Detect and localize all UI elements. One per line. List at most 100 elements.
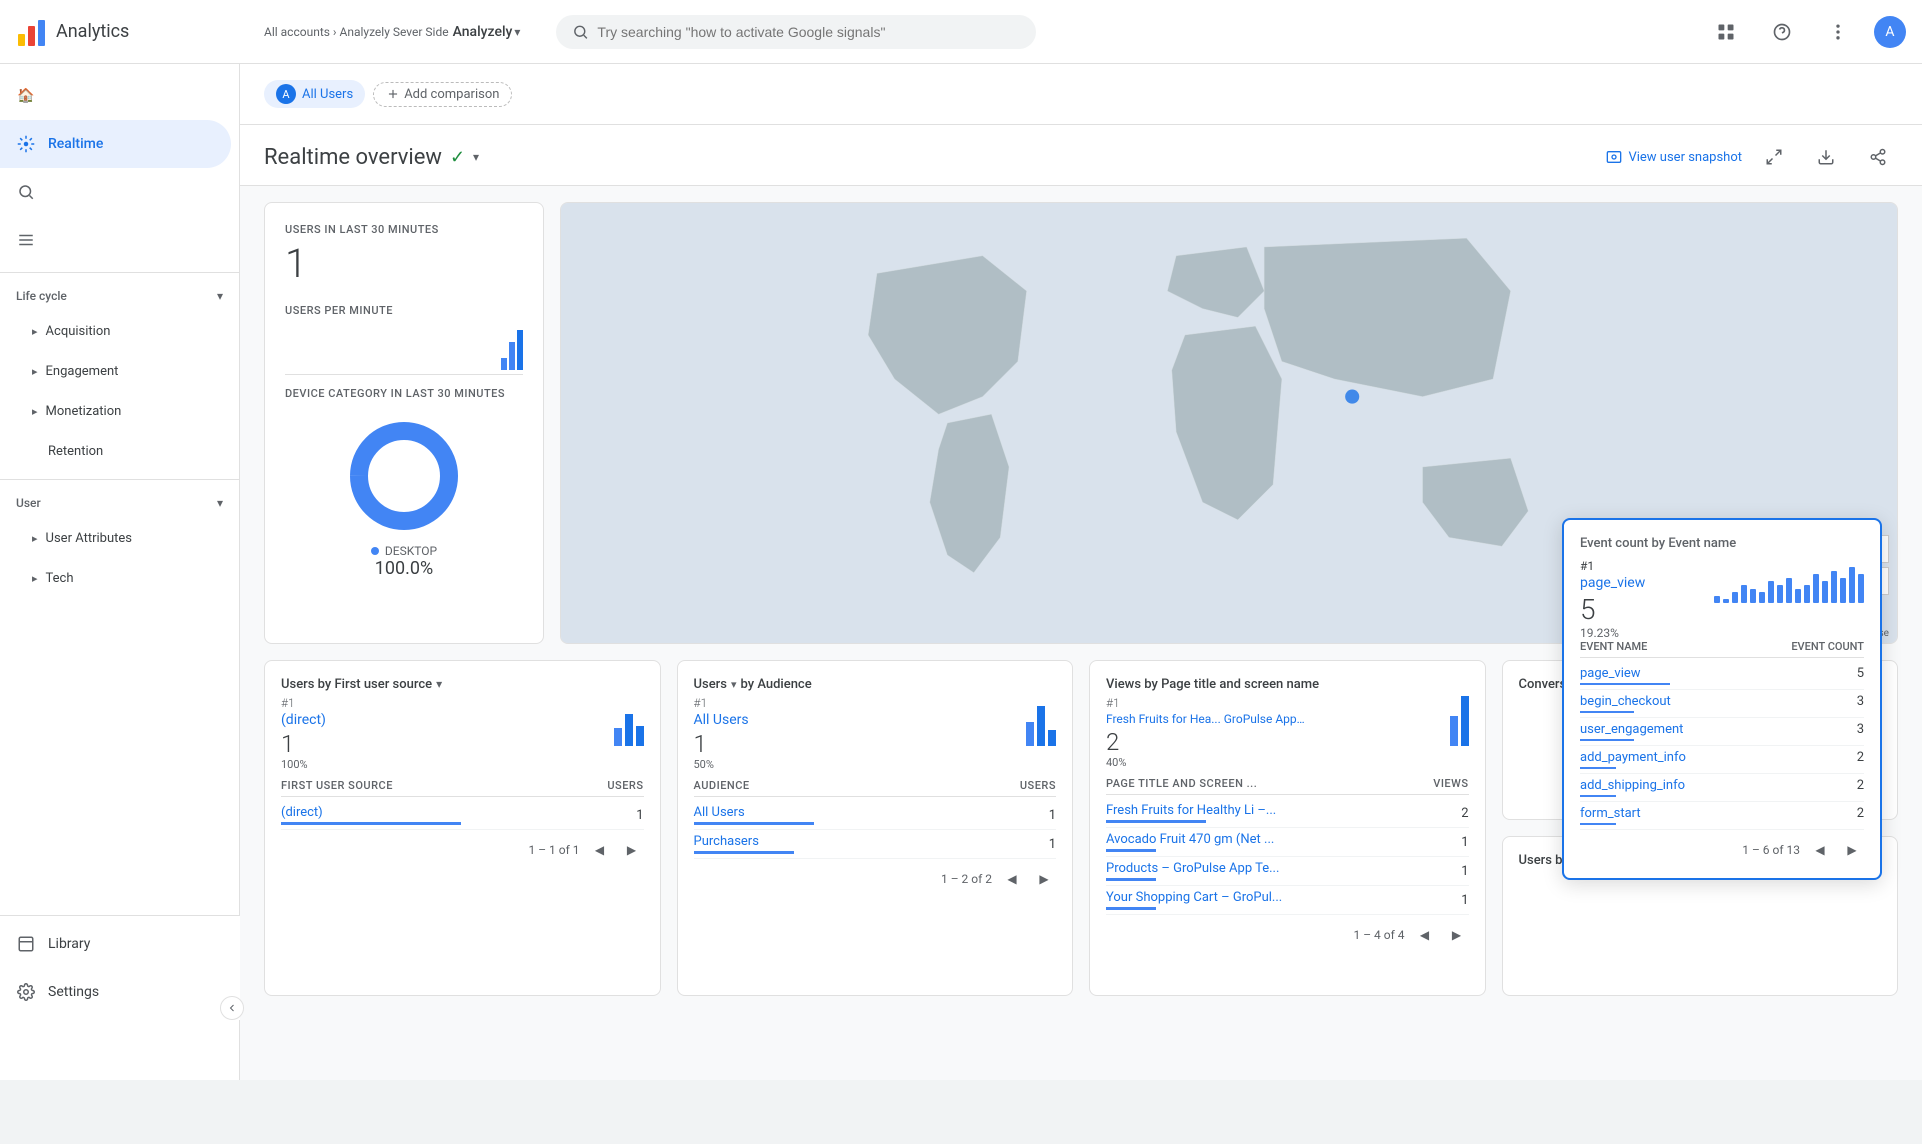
event-mini-bar bbox=[1759, 592, 1765, 603]
views-row2-name[interactable]: Avocado Fruit 470 gm (Net ... bbox=[1106, 832, 1274, 847]
event-row-name[interactable]: form_start bbox=[1580, 806, 1641, 821]
event-mini-bar bbox=[1858, 574, 1864, 603]
sidebar-item-settings[interactable]: Settings bbox=[0, 968, 232, 1016]
search-nav-icon bbox=[16, 182, 36, 202]
event-popup-top-count: 5 bbox=[1580, 593, 1645, 626]
event-rows-container: page_view 5 begin_checkout 3 user_engage… bbox=[1580, 662, 1864, 830]
grid-icon-button[interactable] bbox=[1706, 12, 1746, 52]
sidebar-item-monetization[interactable]: ▸ Monetization bbox=[0, 391, 239, 431]
sidebar-item-advertising[interactable] bbox=[0, 216, 231, 264]
engagement-chevron-icon: ▸ bbox=[32, 365, 38, 378]
source-next-button[interactable]: ▶ bbox=[620, 838, 644, 862]
avatar[interactable]: A bbox=[1874, 16, 1906, 48]
sidebar-section-lifecycle[interactable]: Life cycle ▾ bbox=[0, 281, 239, 311]
views-by-page-title: Views by Page title and screen name bbox=[1106, 677, 1469, 692]
audience-top-left: #1 All Users 1 50% bbox=[694, 696, 749, 771]
sidebar-item-acquisition[interactable]: ▸ Acquisition bbox=[0, 311, 239, 351]
audience-prev-button[interactable]: ◀ bbox=[1000, 867, 1024, 891]
table-row: Avocado Fruit 470 gm (Net ... 1 bbox=[1106, 828, 1469, 857]
sidebar-section-user[interactable]: User ▾ bbox=[0, 488, 239, 518]
sidebar-item-engagement[interactable]: ▸ Engagement bbox=[0, 351, 239, 391]
views-prev-button[interactable]: ◀ bbox=[1413, 923, 1437, 947]
views-row4-value: 1 bbox=[1461, 893, 1468, 908]
view-user-snapshot-button[interactable]: View user snapshot bbox=[1606, 149, 1742, 165]
sidebar-item-realtime[interactable]: Realtime bbox=[0, 120, 231, 168]
donut-svg bbox=[344, 416, 464, 536]
lifecycle-label: Life cycle bbox=[16, 289, 67, 303]
sidebar-item-home[interactable]: 🏠 bbox=[0, 72, 231, 120]
share-icon bbox=[1869, 148, 1887, 166]
search-icon bbox=[572, 23, 589, 41]
views-row1-bar bbox=[1106, 820, 1206, 823]
users-per-minute-label: USERS PER MINUTE bbox=[285, 304, 523, 317]
device-donut-chart: DESKTOP 100.0% bbox=[285, 400, 523, 595]
source-row-name[interactable]: (direct) bbox=[281, 805, 461, 820]
share-button[interactable] bbox=[1858, 137, 1898, 177]
add-comparison-button[interactable]: Add comparison bbox=[373, 82, 512, 107]
views-row1-name[interactable]: Fresh Fruits for Healthy Li –... bbox=[1106, 803, 1276, 818]
event-row-name-area: page_view bbox=[1580, 666, 1670, 685]
snapshot-icon bbox=[1606, 149, 1622, 165]
event-popup-title: Event count by Event name bbox=[1580, 536, 1864, 551]
all-users-pill[interactable]: A All Users bbox=[264, 80, 365, 108]
plus-icon bbox=[386, 87, 400, 101]
views-row4-name[interactable]: Your Shopping Cart – GroPul... bbox=[1106, 890, 1282, 905]
expand-button[interactable] bbox=[1754, 137, 1794, 177]
settings-label: Settings bbox=[48, 984, 99, 1000]
realtime-icon bbox=[16, 134, 36, 154]
event-row-name[interactable]: begin_checkout bbox=[1580, 694, 1671, 709]
views-row4-area: Your Shopping Cart – GroPul... bbox=[1106, 890, 1282, 910]
help-icon-button[interactable] bbox=[1762, 12, 1802, 52]
source-prev-button[interactable]: ◀ bbox=[588, 838, 612, 862]
audience-row1-name[interactable]: All Users bbox=[694, 805, 814, 820]
retention-label: Retention bbox=[48, 444, 103, 459]
library-icon bbox=[16, 934, 36, 954]
sidebar-divider-2 bbox=[0, 479, 239, 480]
search-input[interactable] bbox=[597, 24, 1020, 40]
audience-dropdown-icon[interactable]: ▾ bbox=[731, 678, 737, 691]
table-row: form_start 2 bbox=[1580, 802, 1864, 830]
page-title-chevron-icon[interactable] bbox=[473, 149, 479, 165]
sidebar-item-search[interactable] bbox=[0, 168, 231, 216]
views-next-button[interactable]: ▶ bbox=[1445, 923, 1469, 947]
more-options-button[interactable] bbox=[1818, 12, 1858, 52]
source-pagination: 1 – 1 of 1 bbox=[528, 843, 579, 857]
event-next-button[interactable]: ▶ bbox=[1840, 838, 1864, 862]
event-row-name[interactable]: add_payment_info bbox=[1580, 750, 1686, 765]
sidebar: 🏠 Realtime Life cycle ▾ ▸ Acquisition bbox=[0, 64, 240, 1080]
sidebar-item-retention[interactable]: Retention bbox=[0, 431, 239, 471]
audience-footer: 1 – 2 of 2 ◀ ▶ bbox=[694, 859, 1057, 891]
event-row-name[interactable]: page_view bbox=[1580, 666, 1670, 681]
event-prev-button[interactable]: ◀ bbox=[1808, 838, 1832, 862]
export-button[interactable] bbox=[1806, 137, 1846, 177]
event-row-name[interactable]: add_shipping_info bbox=[1580, 778, 1685, 793]
search-bar[interactable] bbox=[556, 15, 1036, 49]
views-top-pct: 40% bbox=[1106, 756, 1306, 769]
collapse-sidebar-button[interactable] bbox=[220, 996, 240, 1020]
event-popup-rank: #1 bbox=[1580, 559, 1645, 573]
header-right-actions: View user snapshot bbox=[1606, 137, 1898, 177]
views-footer: 1 – 4 of 4 ◀ ▶ bbox=[1106, 915, 1469, 947]
advertising-icon bbox=[16, 230, 36, 250]
property-selector[interactable]: Analyzely bbox=[453, 24, 521, 40]
source-rank: #1 bbox=[281, 696, 326, 710]
event-popup-footer: 1 – 6 of 13 ◀ ▶ bbox=[1580, 830, 1864, 862]
audience-row2-name[interactable]: Purchasers bbox=[694, 834, 794, 849]
event-col-headers: EVENT NAME EVENT COUNT bbox=[1580, 640, 1864, 658]
audience-row2-bar bbox=[694, 851, 794, 854]
topbar: Analytics All accounts › Analyzely Sever… bbox=[0, 0, 1922, 64]
source-row-bar bbox=[281, 822, 461, 825]
sidebar-item-library[interactable]: Library bbox=[0, 920, 232, 968]
source-dropdown-icon[interactable] bbox=[436, 677, 442, 692]
settings-icon bbox=[16, 982, 36, 1002]
audience-next-button[interactable]: ▶ bbox=[1032, 867, 1056, 891]
event-mini-bar bbox=[1795, 589, 1801, 603]
views-row3-bar bbox=[1106, 878, 1156, 881]
event-mini-bar bbox=[1777, 585, 1783, 603]
sidebar-item-tech[interactable]: ▸ Tech bbox=[0, 558, 239, 598]
logo-area: Analytics bbox=[16, 16, 256, 48]
event-row-name[interactable]: user_engagement bbox=[1580, 722, 1683, 737]
sidebar-item-user-attributes[interactable]: ▸ User Attributes bbox=[0, 518, 239, 558]
event-row-value: 2 bbox=[1857, 778, 1864, 797]
views-row3-name[interactable]: Products – GroPulse App Te... bbox=[1106, 861, 1279, 876]
